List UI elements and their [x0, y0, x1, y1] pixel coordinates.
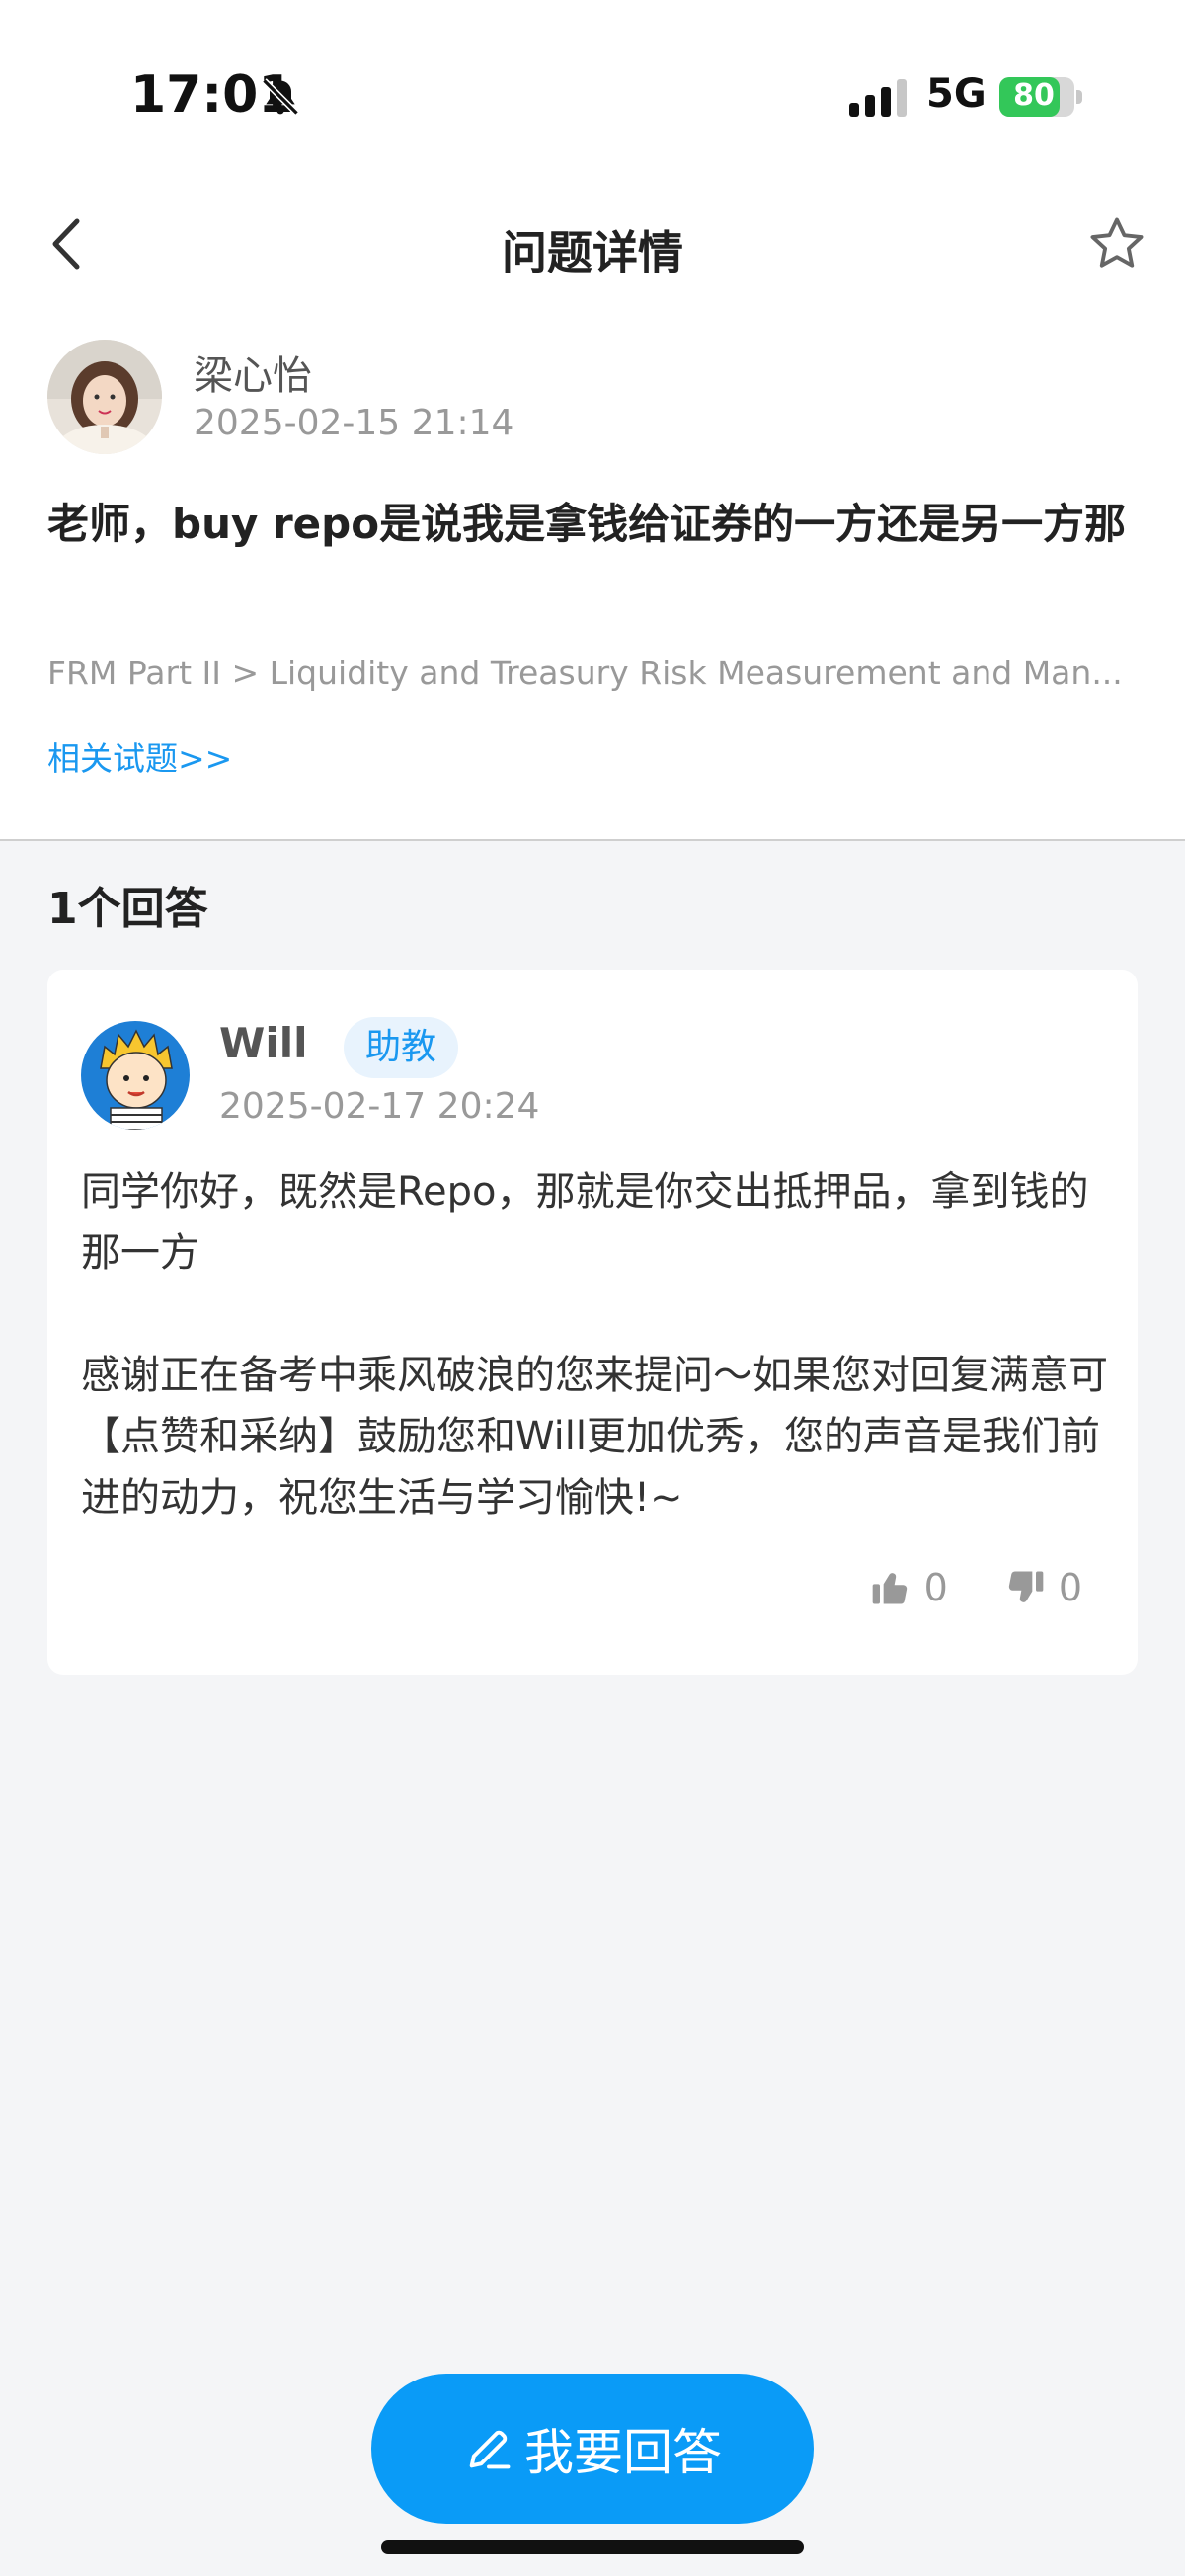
vote-bar: 0 0	[869, 1566, 1082, 1609]
like-count: 0	[923, 1566, 948, 1609]
answer-paragraph: 同学你好，既然是Repo，那就是你交出抵押品，拿到钱的那一方	[81, 1169, 1089, 1276]
dislike-count: 0	[1058, 1566, 1082, 1609]
home-indicator[interactable]	[381, 2540, 804, 2554]
answer-paragraph: 感谢正在备考中乘风破浪的您来提问～如果您对回复满意可【点赞和采纳】鼓励您和Wil…	[81, 1353, 1108, 1521]
question-section: 梁心怡 2025-02-15 21:14 老师，buy repo是说我是拿钱给证…	[0, 306, 1185, 839]
page-title: 问题详情	[502, 226, 683, 279]
like-button[interactable]: 0	[869, 1566, 948, 1609]
role-badge: 助教	[344, 1017, 459, 1078]
question-category-path: FRM Part II > Liquidity and Treasury Ris…	[47, 654, 1123, 692]
answer-time: 2025-02-17 20:24	[219, 1086, 540, 1127]
cellular-signal-icon	[849, 79, 907, 117]
write-answer-label: 我要回答	[524, 2425, 722, 2480]
favorite-star-icon[interactable]	[1086, 213, 1147, 274]
nav-bar: 问题详情	[0, 188, 1185, 306]
status-bar: 17:01 5G 80	[0, 0, 1185, 188]
battery-percent: 80	[1013, 78, 1055, 113]
answerer-name: Will	[219, 1019, 308, 1067]
section-divider	[0, 839, 1185, 841]
thumbs-down-icon	[1008, 1571, 1044, 1602]
answers-count: 1个回答	[47, 884, 208, 934]
thumbs-up-icon	[872, 1573, 907, 1604]
edit-pencil-icon	[469, 2430, 511, 2469]
dislike-button[interactable]: 0	[1003, 1566, 1082, 1609]
silent-bell-icon	[262, 78, 299, 116]
battery-icon: 80	[999, 77, 1082, 117]
answer-body: 同学你好，既然是Repo，那就是你交出抵押品，拿到钱的那一方 感谢正在备考中乘风…	[81, 1161, 1108, 1528]
answerer-avatar-image	[81, 1021, 190, 1130]
page: 17:01 5G 80 问题详情 梁心怡 2025-02-15 21:14 老师…	[0, 0, 1185, 2576]
avatar[interactable]	[47, 340, 162, 454]
asker-name: 梁心怡	[194, 353, 312, 399]
question-time: 2025-02-15 21:14	[194, 403, 514, 443]
battery-tip	[1076, 90, 1082, 104]
write-answer-button[interactable]: 我要回答	[371, 2374, 814, 2524]
related-questions-link[interactable]: 相关试题>>	[47, 733, 232, 780]
avatar[interactable]	[81, 1021, 190, 1130]
answer-card: Will 助教 2025-02-17 20:24 同学你好，既然是Repo，那就…	[47, 970, 1138, 1675]
network-type: 5G	[926, 71, 987, 117]
asker-avatar-image	[47, 340, 162, 454]
question-text: 老师，buy repo是说我是拿钱给证券的一方还是另一方那	[47, 500, 1127, 548]
